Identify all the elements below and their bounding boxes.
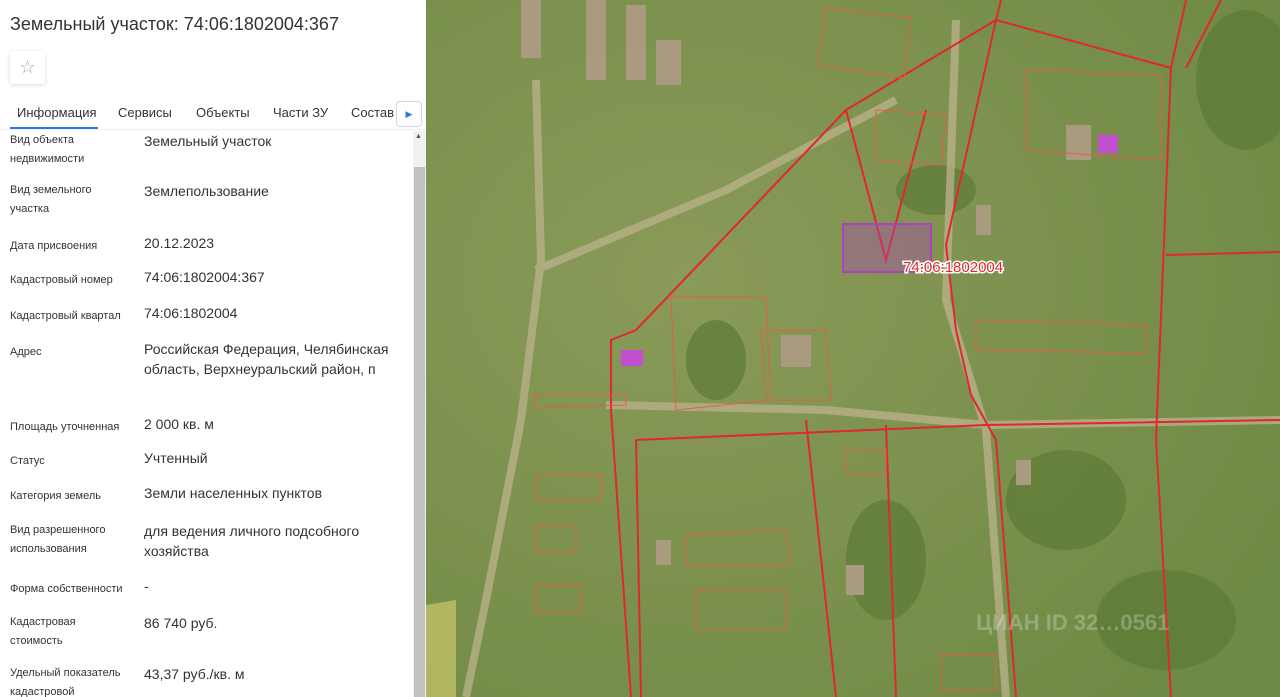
info-row-label: Категория земель bbox=[10, 490, 101, 502]
scrollbar[interactable]: ▲ bbox=[413, 131, 426, 697]
parcel-marker bbox=[1098, 135, 1118, 153]
info-row-value: Земли населенных пунктов bbox=[144, 485, 323, 501]
info-row-value: Российская Федерация, Челябинская област… bbox=[144, 341, 389, 377]
tab-services[interactable]: Сервисы bbox=[118, 105, 172, 120]
info-row-value: - bbox=[144, 578, 149, 594]
caret-right-icon: ▶ bbox=[405, 108, 413, 119]
info-row-value: 43,37 руб./кв. м bbox=[144, 666, 245, 682]
tab-bar: Информация Сервисы Объекты Части ЗУ Сост… bbox=[0, 98, 426, 130]
info-row-value: 86 740 руб. bbox=[144, 615, 218, 631]
info-row-label: Кадастровая стоимость bbox=[10, 616, 76, 647]
favorite-button[interactable]: ☆ bbox=[10, 51, 45, 84]
info-row-value: 20.12.2023 bbox=[144, 235, 215, 251]
info-row-value: для ведения личного подсобного хозяйства bbox=[144, 523, 360, 559]
tab-objects[interactable]: Объекты bbox=[196, 105, 250, 120]
info-row-label: Статус bbox=[10, 455, 45, 467]
info-row-value: 74:06:1802004 bbox=[144, 305, 238, 321]
page-title: Земельный участок: 74:06:1802004:367 bbox=[10, 14, 339, 34]
tabs-next-button[interactable]: ▶ bbox=[396, 101, 422, 127]
info-row-value: Земельный участок bbox=[144, 133, 272, 149]
info-row-label: Кадастровый квартал bbox=[10, 310, 121, 322]
info-row-label: Форма собственности bbox=[10, 583, 123, 595]
parcel-marker bbox=[621, 350, 643, 366]
info-row-value: Землепользование bbox=[144, 183, 269, 199]
info-row-label: Площадь уточненная bbox=[10, 421, 120, 433]
quarter-label: 74:06:1802004 bbox=[903, 259, 1003, 276]
info-row-label: Вид земельного участка bbox=[10, 184, 92, 215]
active-tab-indicator bbox=[10, 127, 98, 129]
info-panel: Земельный участок: 74:06:1802004:367 ☆ И… bbox=[0, 0, 426, 697]
info-row-label: Вид разрешенного использования bbox=[10, 524, 106, 555]
scrollbar-thumb[interactable] bbox=[414, 167, 425, 697]
map-view[interactable]: 74:06:1802004 ЦИАН ID 32…0561 bbox=[426, 0, 1280, 697]
info-row-label: Кадастровый номер bbox=[10, 274, 113, 286]
info-row-label: Дата присвоения bbox=[10, 240, 98, 252]
tab-composition[interactable]: Состав bbox=[351, 105, 394, 120]
info-row-value: 2 000 кв. м bbox=[144, 416, 214, 432]
watermark: ЦИАН ID 32…0561 bbox=[976, 610, 1169, 635]
info-row-value: 74:06:1802004:367 bbox=[144, 269, 265, 285]
adjacent-area bbox=[426, 600, 456, 697]
info-row-label: Адрес bbox=[10, 346, 42, 358]
star-icon: ☆ bbox=[19, 57, 36, 77]
tab-info[interactable]: Информация bbox=[17, 105, 97, 120]
info-row-label: Удельный показатель кадастровой bbox=[10, 667, 121, 697]
tab-parts[interactable]: Части ЗУ bbox=[273, 105, 328, 120]
scroll-up-icon[interactable]: ▲ bbox=[415, 133, 422, 140]
info-row-value: Учтенный bbox=[144, 450, 208, 466]
info-row-label: Вид объекта недвижимости bbox=[10, 134, 85, 165]
